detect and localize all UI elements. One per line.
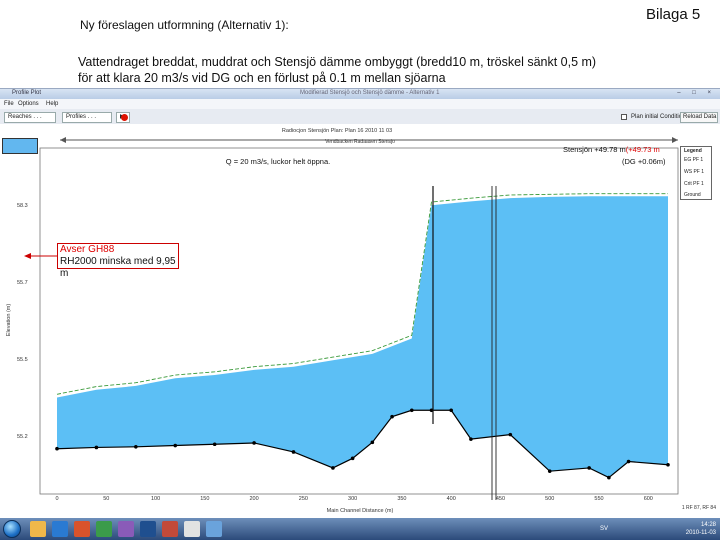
system-clock[interactable]: 14:28 2010-11-03 (686, 521, 716, 537)
document-description: Vattendraget breddat, muddrat och Stensj… (78, 54, 708, 86)
datum-line-2: RH2000 minska med 9,95 m (60, 256, 176, 279)
flow-annotation: Q = 20 m3/s, luckor helt öppna. (226, 157, 330, 166)
window-title: Profile Plot (12, 90, 42, 96)
explorer-icon[interactable] (30, 521, 46, 537)
y-tick-label: 55.2 (17, 434, 28, 440)
ground-point (331, 466, 335, 470)
x-tick-label: 0 (55, 496, 58, 502)
toolbar: Reaches . . . Profiles . . . ▶ Plan init… (0, 109, 720, 125)
media-icon[interactable] (74, 521, 90, 537)
ground-point (252, 441, 256, 445)
description-line-2: för att klara 20 m3/s vid DG och en förl… (78, 71, 446, 85)
profiles-button[interactable]: Profiles . . . (62, 112, 112, 123)
plot-subtitle: Vendbacken Radaasen Stensjo (325, 139, 395, 145)
datum-annotation-box: Avser GH88 RH2000 minska med 9,95 m (57, 243, 179, 279)
start-button-icon[interactable] (3, 520, 21, 538)
menu-options[interactable]: Options (18, 101, 39, 107)
ground-point (370, 440, 375, 445)
ground-point (469, 437, 473, 441)
ground-point (666, 462, 670, 467)
corner-label: 1 RF 87, RF 84 (682, 505, 716, 511)
record-icon[interactable] (121, 114, 128, 121)
menu-file[interactable]: File (4, 101, 14, 107)
window-center-title: Modifierad Stensjö och Stensjö dämme - A… (300, 90, 440, 96)
x-tick-label: 500 (545, 496, 554, 502)
stensjon-level-red: (+49.73 m (626, 145, 660, 154)
x-tick-label: 400 (447, 496, 456, 502)
description-line-1: Vattendraget breddat, muddrat och Stensj… (78, 55, 597, 69)
x-tick-label: 100 (151, 496, 160, 502)
ground-point (587, 466, 591, 470)
clock-date: 2010-11-03 (685, 530, 716, 536)
ground-point (350, 456, 355, 461)
app-icon[interactable] (206, 521, 222, 537)
ground-point (390, 414, 394, 419)
document-title: Ny föreslagen utformning (Alternativ 1): (80, 18, 289, 32)
y-tick-label: 55.5 (17, 357, 28, 363)
x-axis-label: Main Channel Distance (m) (327, 508, 394, 514)
menubar: File Options Help (0, 99, 720, 109)
menu-help[interactable]: Help (46, 101, 58, 107)
appendix-badge: Bilaga 5 (646, 6, 701, 23)
stensjon-annotation: Stensjön +49.78 m(+49.73 m (563, 145, 660, 154)
x-tick-label: 50 (103, 496, 109, 502)
profile-chart: Radiocjon Stensjön Plan: Plan 16 2010 11… (0, 124, 720, 518)
x-tick-label: 600 (644, 496, 653, 502)
x-tick-label: 450 (496, 496, 505, 502)
y-axis-label: Elevation (m) (6, 304, 12, 337)
y-tick-label: 55.7 (17, 280, 28, 286)
language-indicator[interactable]: SV (600, 526, 608, 532)
legend-item-crit: Crit PF 1 (684, 181, 704, 187)
app-icon[interactable] (118, 521, 134, 537)
ground-point (173, 443, 178, 448)
x-tick-label: 350 (397, 496, 406, 502)
powerpoint-icon[interactable] (162, 521, 178, 537)
ground-point (55, 446, 59, 451)
stensjon-level: Stensjön +49.78 m (563, 145, 626, 154)
window-controls[interactable]: – □ × (677, 90, 716, 96)
clock-time: 14:28 (700, 522, 716, 528)
word-icon[interactable] (140, 521, 156, 537)
x-tick-label: 550 (594, 496, 603, 502)
y-tick-label: 58.3 (17, 203, 28, 209)
window-titlebar[interactable]: Profile Plot Modifierad Stensjö och Sten… (0, 89, 720, 99)
ground-point (607, 475, 611, 480)
ground-point (626, 459, 631, 464)
ground-point (212, 442, 217, 447)
x-tick-label: 200 (250, 496, 259, 502)
plot-title: Radiocjon Stensjön Plan: Plan 16 2010 11… (282, 128, 392, 134)
legend-item-ws: WS PF 1 (684, 169, 705, 175)
x-tick-label: 300 (348, 496, 357, 502)
x-tick-label: 150 (200, 496, 209, 502)
datum-line-1: Avser GH88 (60, 244, 115, 255)
hecras-icon[interactable] (184, 521, 200, 537)
ground-point (291, 450, 296, 454)
legend-item-ground: Ground (684, 192, 701, 198)
legend: Legend EG PF 1 WS PF 1 Crit PF 1 Ground (680, 146, 712, 200)
taskbar: 14:28 2010-11-03 (0, 518, 720, 540)
ground-point (449, 408, 453, 413)
ground-point (94, 445, 99, 450)
ground-point (409, 408, 414, 413)
reaches-button[interactable]: Reaches . . . (4, 112, 56, 123)
reload-data-button[interactable]: Reload Data (680, 112, 718, 123)
legend-title: Legend (684, 148, 702, 154)
ground-point (547, 469, 552, 473)
x-tick-label: 250 (299, 496, 308, 502)
legend-item-eg: EG PF 1 (684, 157, 704, 163)
ground-point (134, 445, 138, 449)
plan-initial-conditions-checkbox[interactable] (621, 114, 627, 120)
browser-icon[interactable] (52, 521, 68, 537)
app-icon[interactable] (96, 521, 112, 537)
river-reach-icon[interactable] (2, 138, 38, 154)
dg-annotation: (DG +0.06m) (622, 157, 666, 166)
ground-point (508, 432, 513, 437)
